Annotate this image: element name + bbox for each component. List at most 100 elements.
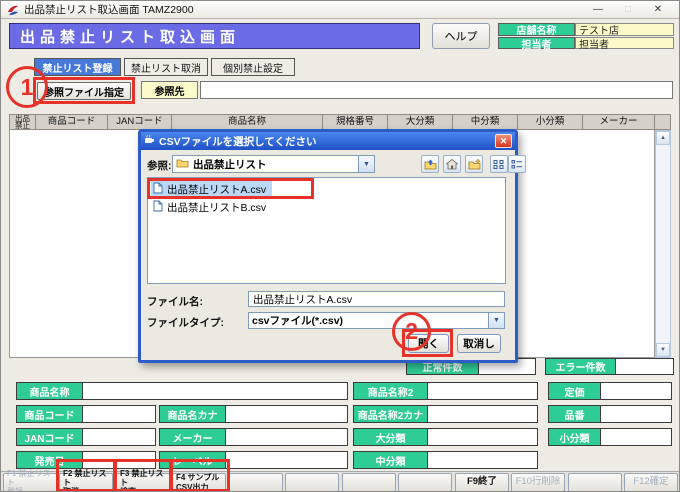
fkey-empty-button: [229, 473, 283, 491]
annotation-f3-rect: [113, 459, 173, 491]
reference-path-input[interactable]: [200, 81, 673, 99]
details-view-icon[interactable]: [508, 155, 526, 173]
price-group: 定価: [548, 382, 672, 400]
dialog-close-icon[interactable]: ✕: [495, 134, 512, 148]
new-folder-icon[interactable]: [465, 155, 483, 173]
item-number-input[interactable]: [601, 406, 671, 422]
look-in-combobox[interactable]: 出品禁止リスト ▼: [172, 155, 375, 173]
file-type-label: ファイルタイプ:: [147, 317, 224, 329]
product-code-group: 商品コード: [16, 405, 156, 423]
fkey-empty-button: [568, 473, 622, 491]
app-window: 出品禁止リスト取込画面 TAMZ2900 — □ ✕ 出品禁止リスト取込画面 ヘ…: [0, 0, 680, 492]
product-name-label: 商品名称: [17, 383, 83, 399]
cancel-button[interactable]: 取消し: [457, 334, 501, 353]
annotation-f2-rect: [56, 459, 117, 491]
jan-code-group: JANコード: [16, 428, 156, 446]
category-large-input[interactable]: [428, 429, 537, 445]
file-name-input[interactable]: 出品禁止リストA.csv: [248, 291, 505, 307]
fkey-empty-button: [342, 473, 396, 491]
csv-file-dialog: CSVファイルを選択してください ✕ 参照: 出品禁止リスト ▼ 出品禁止リスト…: [138, 129, 526, 363]
product-name2-input[interactable]: [428, 383, 537, 399]
product-name2-kana-group: 商品名称2カナ: [353, 405, 538, 423]
fkey-empty-button: [285, 473, 339, 491]
jan-code-input[interactable]: [83, 429, 155, 445]
price-label: 定価: [549, 383, 601, 399]
col-jan-code: JANコード: [108, 114, 172, 130]
product-name2-label: 商品名称2: [354, 383, 428, 399]
maker-group: メーカー: [159, 428, 348, 446]
error-count-label: エラー件数: [546, 359, 616, 374]
product-code-label: 商品コード: [17, 406, 83, 422]
col-category-middle: 中分類: [453, 114, 518, 130]
f10-delete-row-button: F10行削除: [511, 473, 565, 491]
product-kana-input[interactable]: [226, 406, 347, 422]
file-icon: [153, 200, 163, 215]
col-spacer: [655, 114, 671, 130]
col-listing-prohibited: 出品 禁止: [9, 114, 36, 130]
annotation-step1-circle: 1: [6, 66, 48, 108]
category-middle-group: 中分類: [353, 451, 538, 469]
product-name2-kana-input[interactable]: [428, 406, 537, 422]
chevron-down-icon[interactable]: ▼: [358, 156, 374, 172]
item-number-group: 品番: [548, 405, 672, 423]
price-input[interactable]: [601, 383, 671, 399]
table-scrollbar[interactable]: ▲ ▼: [655, 130, 671, 358]
up-folder-icon[interactable]: [421, 155, 439, 173]
f9-exit-button[interactable]: F9終了: [455, 473, 509, 491]
product-name-input[interactable]: [83, 383, 347, 399]
category-middle-input[interactable]: [428, 452, 537, 468]
annotation-step2-circle: 2: [392, 312, 431, 351]
col-spec-number: 規格番号: [323, 114, 388, 130]
annotation-f4-rect: [169, 459, 230, 491]
col-maker: メーカー: [583, 114, 655, 130]
file-name: 出品禁止リストB.csv: [167, 201, 267, 214]
category-middle-label: 中分類: [354, 452, 428, 468]
store-name-value: テスト店: [575, 23, 674, 37]
file-type-combobox[interactable]: csvファイル(*.csv) ▼: [248, 312, 505, 329]
f12-confirm-button: F12確定: [624, 473, 678, 491]
look-in-value: 出品禁止リスト: [193, 158, 267, 171]
col-category-large: 大分類: [388, 114, 453, 130]
category-small-input[interactable]: [601, 429, 671, 445]
reference-path-label: 参照先: [141, 81, 198, 99]
store-name-label: 店舗名称: [498, 23, 575, 37]
product-code-input[interactable]: [83, 406, 155, 422]
window-titlebar: 出品禁止リスト取込画面 TAMZ2900 — □ ✕: [1, 1, 679, 19]
annotation-file-a-rect: [147, 178, 314, 199]
dialog-title: CSVファイルを選択してください: [159, 135, 317, 148]
java-icon: [144, 134, 155, 148]
product-name2-kana-label: 商品名称2カナ: [354, 406, 428, 422]
chevron-down-icon[interactable]: ▼: [488, 313, 504, 328]
maker-input[interactable]: [226, 429, 347, 445]
help-button[interactable]: ヘルプ: [432, 23, 490, 49]
window-title: 出品禁止リスト取込画面 TAMZ2900: [24, 4, 194, 16]
table-header: 出品 禁止 商品コード JANコード 商品名称 規格番号 大分類 中分類 小分類…: [9, 114, 671, 130]
scroll-up-icon[interactable]: ▲: [656, 131, 670, 145]
file-item-csv-b[interactable]: 出品禁止リストB.csv: [151, 198, 272, 216]
scroll-down-icon[interactable]: ▼: [656, 343, 670, 357]
folder-icon: [176, 158, 189, 171]
tab-individual-prohibit-setting[interactable]: 個別禁止設定: [211, 58, 295, 76]
file-type-value: csvファイル(*.csv): [252, 315, 344, 327]
maximize-icon: □: [624, 4, 632, 15]
col-product-name: 商品名称: [172, 114, 323, 130]
app-icon: [7, 4, 19, 16]
category-large-group: 大分類: [353, 428, 538, 446]
close-icon[interactable]: ✕: [651, 4, 665, 15]
tab-prohibit-list-cancel[interactable]: 禁止リスト取消: [124, 58, 208, 76]
category-small-group: 小分類: [548, 428, 672, 446]
list-view-icon[interactable]: [490, 155, 508, 173]
home-icon[interactable]: [443, 155, 461, 173]
staff-label: 担当者: [498, 37, 575, 51]
item-number-label: 品番: [549, 406, 601, 422]
product-name2-group: 商品名称2: [353, 382, 538, 400]
page-title: 出品禁止リスト取込画面: [9, 23, 420, 49]
category-small-label: 小分類: [549, 429, 601, 445]
record-label-input[interactable]: [226, 452, 347, 468]
staff-value: 担当者: [575, 37, 674, 51]
minimize-icon[interactable]: —: [591, 4, 605, 15]
tab-prohibit-list-register[interactable]: 禁止リスト登録: [34, 58, 121, 76]
dialog-titlebar: CSVファイルを選択してください ✕: [141, 132, 515, 150]
error-count-value: [616, 359, 673, 374]
window-controls: — □ ✕: [591, 4, 673, 15]
